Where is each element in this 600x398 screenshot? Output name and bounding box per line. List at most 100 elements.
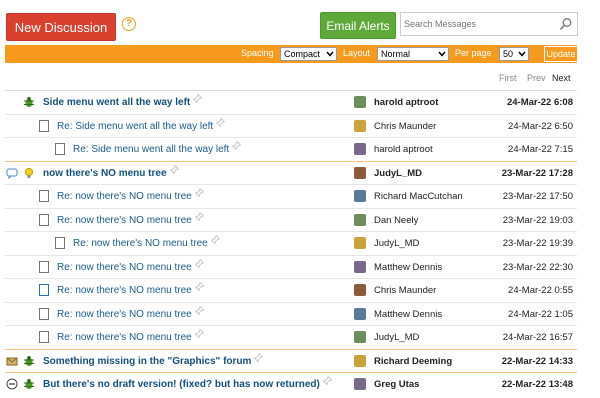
- reply-row[interactable]: Re: now there's NO menu tree JudyL_MD 24-M…: [5, 325, 577, 349]
- post-date: 23-Mar-22 22:30: [502, 261, 573, 273]
- thread-row[interactable]: now there's NO menu tree JudyL_MD 23-Mar-2…: [5, 160, 577, 185]
- doc-icon: [39, 260, 49, 273]
- help-icon[interactable]: ?: [122, 17, 136, 31]
- search-box: [400, 12, 578, 36]
- reply-row[interactable]: Re: now there's NO menu tree JudyL_MD 23-M…: [5, 231, 577, 255]
- bug-icon: [24, 355, 34, 366]
- reply-subject[interactable]: Re: Side menu went all the way left: [57, 115, 226, 138]
- reply-row[interactable]: Re: now there's NO menu tree Matthew Denn…: [5, 301, 577, 326]
- spacing-value: Compact: [284, 49, 321, 59]
- reply-row[interactable]: Re: now there's NO menu tree Chris Maunde…: [5, 278, 577, 302]
- layout-select[interactable]: Normal: [377, 47, 449, 61]
- author-name[interactable]: Matthew Dennis: [374, 256, 442, 279]
- post-date: 24-Mar-22 7:15: [508, 144, 573, 155]
- author-name[interactable]: harold aptroot: [374, 91, 438, 114]
- author-name[interactable]: Dan Neely: [374, 209, 418, 232]
- pager-prev[interactable]: Prev: [527, 73, 546, 83]
- message-list: Side menu went all the way left harold ap…: [5, 90, 577, 396]
- pin-icon[interactable]: [216, 117, 226, 127]
- thread-row[interactable]: Something missing in the "Graphics" foru…: [5, 348, 577, 373]
- avatar[interactable]: [354, 378, 366, 390]
- pin-icon[interactable]: [194, 282, 204, 291]
- pin-icon[interactable]: [194, 329, 204, 338]
- pin-icon[interactable]: [194, 211, 204, 221]
- doc-icon: [39, 331, 49, 343]
- chevron-down-icon: [438, 51, 446, 57]
- pin-icon[interactable]: [194, 188, 204, 197]
- author-name[interactable]: Matthew Dennis: [374, 303, 442, 326]
- spacing-select[interactable]: Compact: [280, 47, 337, 61]
- author-name[interactable]: JudyL_MD: [374, 232, 419, 255]
- author-name[interactable]: JudyL_MD: [374, 162, 422, 185]
- per-page-select[interactable]: 50: [499, 47, 529, 61]
- author-name[interactable]: Greg Utas: [374, 373, 419, 396]
- checked-doc-icon: [39, 284, 49, 296]
- avatar[interactable]: [354, 237, 366, 249]
- author-name[interactable]: harold aptroot: [374, 138, 433, 161]
- collapse-icon[interactable]: [6, 378, 18, 390]
- reply-row[interactable]: Re: now there's NO menu tree Dan Neely 23-…: [5, 207, 577, 232]
- thread-row[interactable]: But there's no draft version! (fixed? bu…: [5, 372, 577, 396]
- update-button[interactable]: Update: [544, 46, 578, 62]
- reply-row[interactable]: Re: Side menu went all the way left harol…: [5, 137, 577, 161]
- avatar[interactable]: [354, 284, 366, 296]
- author-name[interactable]: Chris Maunder: [374, 115, 436, 138]
- avatar[interactable]: [354, 213, 366, 226]
- post-date: 24-Mar-22 6:50: [508, 120, 573, 132]
- avatar[interactable]: [354, 166, 366, 179]
- author-name[interactable]: Richard Deeming: [374, 350, 452, 373]
- pin-icon[interactable]: [194, 258, 204, 268]
- comment-icon: [6, 168, 18, 179]
- avatar[interactable]: [354, 190, 366, 202]
- bug-icon: [24, 97, 34, 107]
- post-date: 24-Mar-22 0:55: [508, 285, 573, 296]
- avatar[interactable]: [354, 331, 366, 343]
- thread-row[interactable]: Side menu went all the way left harold ap…: [5, 90, 577, 114]
- pin-icon[interactable]: [254, 352, 264, 362]
- avatar[interactable]: [354, 307, 366, 320]
- search-input[interactable]: [401, 13, 551, 35]
- avatar[interactable]: [354, 143, 366, 155]
- reply-row[interactable]: Re: now there's NO menu tree Matthew Denn…: [5, 254, 577, 279]
- reply-subject[interactable]: Re: now there's NO menu tree: [57, 256, 204, 279]
- pin-icon[interactable]: [193, 94, 203, 103]
- layout-value: Normal: [381, 49, 411, 59]
- thread-subject[interactable]: now there's NO menu tree: [43, 162, 179, 185]
- per-page-value: 50: [503, 49, 514, 59]
- email-alerts-button[interactable]: Email Alerts: [320, 12, 396, 39]
- avatar[interactable]: [354, 260, 366, 273]
- pin-icon[interactable]: [194, 305, 204, 315]
- avatar[interactable]: [354, 96, 366, 108]
- author-name[interactable]: JudyL_MD: [374, 326, 419, 349]
- reply-subject[interactable]: Re: now there's NO menu tree: [57, 303, 204, 326]
- reply-subject[interactable]: Re: Side menu went all the way left: [73, 138, 242, 161]
- idea-icon: [24, 167, 34, 178]
- author-name[interactable]: Chris Maunder: [374, 279, 436, 302]
- reply-subject[interactable]: Re: now there's NO menu tree: [57, 209, 204, 232]
- reply-row[interactable]: Re: Side menu went all the way left Chris…: [5, 113, 577, 138]
- reply-subject[interactable]: Re: now there's NO menu tree: [57, 326, 204, 349]
- options-bar: Spacing Compact Layout Normal Per page 5…: [5, 45, 578, 63]
- pin-icon[interactable]: [210, 235, 220, 244]
- per-page-label: Per page: [455, 48, 492, 58]
- pager-first[interactable]: First: [499, 73, 517, 83]
- reply-subject[interactable]: Re: now there's NO menu tree: [73, 232, 220, 255]
- pin-icon[interactable]: [169, 164, 179, 174]
- thread-subject[interactable]: Side menu went all the way left: [43, 91, 203, 114]
- avatar[interactable]: [354, 354, 366, 367]
- avatar[interactable]: [354, 119, 366, 132]
- sticky-icon: [6, 357, 18, 365]
- search-icon[interactable]: [559, 17, 573, 31]
- post-date: 24-Mar-22 6:08: [506, 97, 573, 108]
- pin-icon[interactable]: [232, 141, 242, 150]
- pager-next[interactable]: Next: [552, 73, 571, 83]
- thread-subject[interactable]: Something missing in the "Graphics" foru…: [43, 350, 264, 373]
- reply-subject[interactable]: Re: now there's NO menu tree: [57, 279, 204, 302]
- pin-icon[interactable]: [322, 376, 332, 385]
- author-name[interactable]: Richard MacCutchan: [374, 185, 463, 208]
- thread-subject[interactable]: But there's no draft version! (fixed? bu…: [43, 373, 332, 396]
- reply-row[interactable]: Re: now there's NO menu tree Richard MacC…: [5, 184, 577, 208]
- doc-icon: [55, 237, 65, 249]
- new-discussion-button[interactable]: New Discussion: [6, 13, 116, 41]
- reply-subject[interactable]: Re: now there's NO menu tree: [57, 185, 204, 208]
